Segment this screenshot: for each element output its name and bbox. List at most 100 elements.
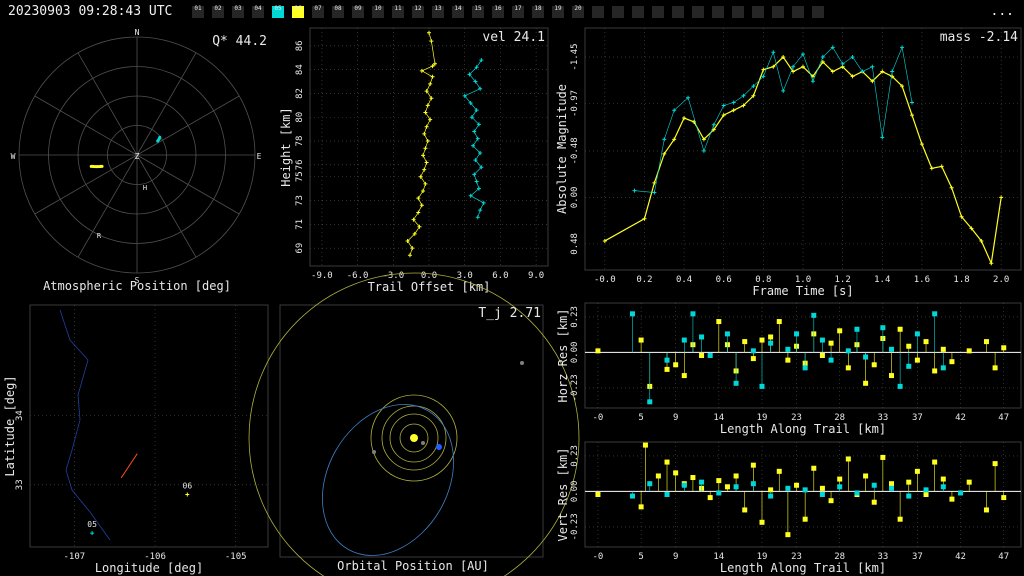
- camera-slot-empty[interactable]: [672, 6, 684, 18]
- residual-point-06: [966, 479, 972, 485]
- data-point-06: [761, 67, 766, 72]
- y-tick-label: -0.23: [570, 513, 580, 540]
- camera-slot-empty[interactable]: [592, 6, 604, 18]
- camera-slot-empty[interactable]: [712, 6, 724, 18]
- data-point-05: [840, 61, 845, 66]
- residual-point-06: [863, 473, 869, 479]
- camera-label-18: 18: [534, 5, 542, 12]
- data-point-05: [472, 129, 477, 134]
- camera-label-08: 08: [334, 5, 342, 12]
- camera-slot-empty[interactable]: [812, 6, 824, 18]
- data-point-05: [880, 135, 885, 140]
- meteor-ground-trail: [120, 453, 138, 479]
- residual-point-06: [681, 373, 687, 379]
- data-point-06: [416, 210, 421, 215]
- residual-point-06: [828, 340, 834, 346]
- camera-label-06: 06: [294, 5, 302, 12]
- data-point-06: [421, 153, 426, 158]
- y-axis-label: Vert Res [km]: [556, 448, 570, 542]
- residual-point-06: [742, 339, 748, 345]
- residual-point-06: [595, 492, 601, 497]
- panel-annotation: vel 24.1: [482, 30, 545, 45]
- residual-point-06: [742, 507, 748, 513]
- data-point-06: [424, 89, 429, 94]
- residual-point-06: [750, 356, 756, 362]
- camera-slot-empty[interactable]: [692, 6, 704, 18]
- residual-point-06: [906, 343, 912, 349]
- x-tick-label: 9: [673, 552, 678, 562]
- data-point-06: [410, 246, 415, 251]
- residual-point-05: [802, 365, 808, 371]
- data-point-05: [478, 86, 483, 91]
- camera-slot-empty[interactable]: [752, 6, 764, 18]
- data-point-06: [425, 103, 430, 108]
- data-point-05: [701, 148, 706, 153]
- y-tick-label: 78: [295, 136, 305, 147]
- y-tick-label: 84: [295, 64, 305, 75]
- x-axis-label: Longitude [deg]: [95, 561, 203, 575]
- y-tick-label: -0.97: [570, 90, 580, 117]
- residual-point-06: [949, 496, 955, 502]
- residual-point-06: [707, 495, 713, 501]
- residual-point-06: [664, 366, 670, 372]
- residual-point-06: [819, 353, 825, 358]
- data-point-05: [475, 215, 480, 220]
- camera-slot-empty[interactable]: [732, 6, 744, 18]
- y-tick-label: 76: [295, 159, 305, 170]
- y-axis-label: Horz Res [km]: [556, 309, 570, 403]
- data-point-06: [418, 174, 423, 179]
- y-tick-label: -1.45: [570, 43, 580, 70]
- residual-point-06: [871, 362, 877, 368]
- tj-annotation: T_j 2.71: [478, 306, 541, 321]
- camera-slot-empty[interactable]: [792, 6, 804, 18]
- x-tick-label: 1.4: [874, 275, 890, 285]
- residual-point-06: [923, 492, 929, 497]
- data-point-06: [422, 131, 427, 136]
- residual-point-05: [768, 493, 774, 499]
- camera-slot-empty[interactable]: [632, 6, 644, 18]
- residual-point-06: [776, 468, 782, 474]
- x-tick-label: -0: [593, 552, 604, 562]
- residual-point-06: [733, 473, 739, 479]
- direction-e: E: [257, 152, 262, 161]
- residual-point-06: [819, 485, 825, 491]
- residual-point-05: [854, 326, 860, 332]
- x-tick-label: 37: [912, 552, 923, 562]
- residual-point-06: [897, 516, 903, 522]
- residual-point-06: [914, 468, 920, 474]
- residual-point-05: [629, 311, 635, 317]
- camera-label-10: 10: [374, 5, 382, 12]
- station-marker-06: [185, 492, 190, 497]
- x-axis-label: Trail Offset [km]: [368, 280, 491, 294]
- data-point-06: [424, 124, 429, 129]
- residual-point-06: [802, 516, 808, 522]
- camera-label-11: 11: [394, 5, 402, 12]
- x-tick-label: -9.0: [311, 271, 333, 281]
- camera-label-01: 01: [194, 5, 202, 12]
- residual-point-05: [819, 337, 825, 343]
- x-tick-label: 0.2: [636, 275, 652, 285]
- data-point-06: [428, 81, 433, 86]
- data-point-06: [419, 68, 424, 73]
- data-point-06: [428, 117, 433, 122]
- camera-slot-empty[interactable]: [612, 6, 624, 18]
- residual-point-05: [629, 493, 635, 499]
- residual-point-06: [1001, 345, 1007, 351]
- station-marker-05: [90, 531, 95, 536]
- data-point-06: [999, 195, 1004, 200]
- x-tick-label: 5: [638, 552, 643, 562]
- residual-point-06: [966, 348, 972, 354]
- residual-point-05: [940, 484, 946, 490]
- data-point-05: [474, 179, 479, 184]
- camera-slot-empty[interactable]: [772, 6, 784, 18]
- residual-point-06: [673, 362, 679, 368]
- camera-slot-empty[interactable]: [652, 6, 664, 18]
- data-point-05: [771, 50, 776, 55]
- residual-point-06: [940, 346, 946, 352]
- residual-point-05: [940, 365, 946, 371]
- residual-point-05: [863, 354, 869, 360]
- residual-point-06: [759, 519, 765, 525]
- residual-point-05: [958, 490, 964, 496]
- data-point-05: [781, 88, 786, 93]
- residual-point-06: [595, 348, 601, 354]
